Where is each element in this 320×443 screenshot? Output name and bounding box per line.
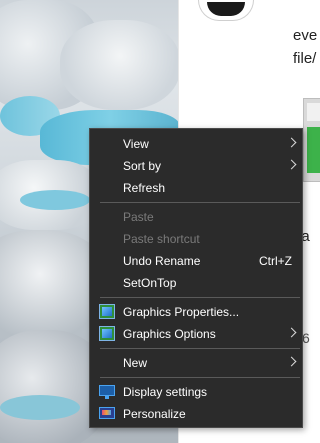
chevron-right-icon: [286, 137, 297, 148]
menu-item-personalize[interactable]: Personalize: [90, 403, 302, 425]
display-icon: [99, 385, 115, 399]
menu-item-label: Undo Rename: [123, 254, 201, 268]
chevron-right-icon: [286, 327, 297, 338]
personalize-icon: [99, 407, 115, 419]
menu-item-label: Graphics Options: [123, 327, 216, 341]
graphics-icon: [99, 304, 115, 319]
menu-item-label: Sort by: [123, 159, 162, 173]
menu-item-graphics-options[interactable]: Graphics Options: [90, 323, 302, 345]
menu-separator: [100, 202, 300, 203]
menu-separator: [100, 348, 300, 349]
menu-item-label: Display settings: [123, 385, 208, 399]
shortcut-text: Ctrl+Z: [259, 254, 292, 268]
wallpaper-rock: [60, 20, 178, 110]
avatar-image: [198, 0, 254, 21]
menu-item-label: View: [123, 137, 149, 151]
menu-item-label: SetOnTop: [123, 276, 177, 290]
graphics-icon: [99, 326, 115, 341]
document-screenshot-image: [303, 98, 320, 182]
menu-item-setontop[interactable]: SetOnTop: [90, 272, 302, 294]
menu-item-display-settings[interactable]: Display settings: [90, 381, 302, 403]
menu-item-label: New: [123, 356, 148, 370]
document-text: eve: [293, 27, 318, 44]
menu-separator: [100, 297, 300, 298]
wallpaper-pool: [20, 190, 90, 210]
menu-item-paste-shortcut[interactable]: Paste shortcut: [90, 228, 302, 250]
menu-item-label: Personalize: [123, 407, 186, 421]
menu-item-refresh[interactable]: Refresh: [90, 177, 302, 199]
menu-item-new[interactable]: New: [90, 352, 302, 374]
menu-item-label: Paste: [123, 210, 154, 224]
menu-item-label: Refresh: [123, 181, 166, 195]
chevron-right-icon: [286, 356, 297, 367]
menu-item-graphics-properties[interactable]: Graphics Properties...: [90, 301, 302, 323]
menu-item-view[interactable]: View: [90, 133, 302, 155]
menu-item-paste[interactable]: Paste: [90, 206, 302, 228]
menu-item-label: Graphics Properties...: [123, 305, 240, 319]
menu-separator: [100, 377, 300, 378]
document-text: 6: [302, 330, 310, 346]
wallpaper-pool: [0, 395, 80, 420]
menu-item-undo-rename[interactable]: Undo Rename Ctrl+Z: [90, 250, 302, 272]
menu-item-sort-by[interactable]: Sort by: [90, 155, 302, 177]
desktop-context-menu: View Sort by Refresh Paste Paste shortcu…: [89, 128, 303, 428]
menu-item-label: Paste shortcut: [123, 232, 200, 246]
chevron-right-icon: [286, 159, 297, 170]
document-text: file/: [293, 50, 317, 67]
